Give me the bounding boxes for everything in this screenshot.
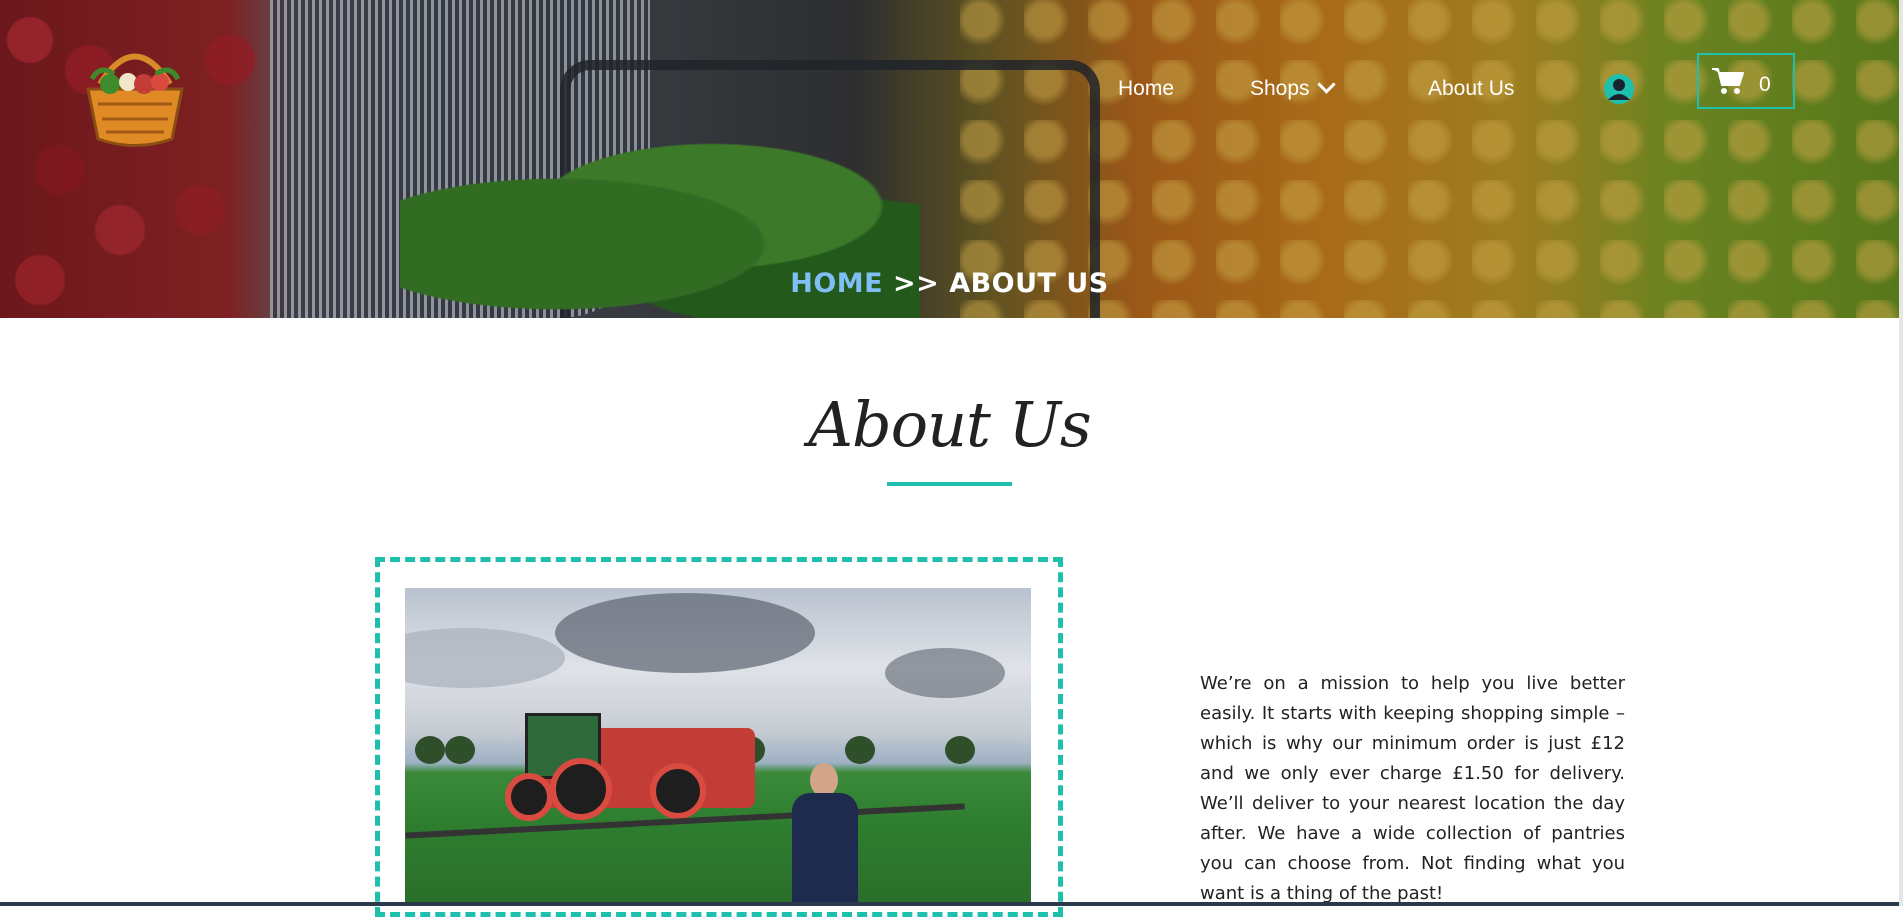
photo-tractor-wheel: [505, 773, 553, 821]
photo-tractor-wheel: [550, 758, 612, 820]
top-navigation: Home Shops About Us 0: [0, 0, 1899, 147]
nav-shops-label: Shops: [1250, 77, 1310, 100]
farm-photo: [405, 588, 1031, 906]
photo-tractor-wheel: [650, 763, 706, 819]
breadcrumb: HOME >> ABOUT US: [0, 268, 1899, 299]
photo-tree: [945, 736, 975, 764]
photo-cloud: [405, 628, 565, 688]
about-paragraph: We’re on a mission to help you live bett…: [1200, 673, 1625, 904]
cart-button[interactable]: 0: [1697, 53, 1795, 109]
basket-logo-icon[interactable]: [80, 34, 190, 150]
breadcrumb-home-link[interactable]: HOME: [790, 268, 883, 299]
user-circle-icon[interactable]: [1603, 73, 1635, 105]
photo-tree: [415, 736, 445, 764]
cart-count: 0: [1759, 73, 1771, 96]
photo-farmer: [790, 763, 860, 906]
photo-tree: [845, 736, 875, 764]
breadcrumb-current: ABOUT US: [949, 268, 1109, 299]
page-title: About Us: [808, 388, 1091, 461]
nav-home-link[interactable]: Home: [1118, 77, 1174, 101]
photo-farmer-body: [792, 793, 858, 906]
photo-cloud: [885, 648, 1005, 698]
shopping-cart-icon: [1711, 66, 1745, 96]
breadcrumb-separator: >>: [893, 268, 940, 299]
page-scrollbar[interactable]: [1899, 0, 1903, 906]
nav-about-link[interactable]: About Us: [1428, 77, 1514, 101]
bottom-bar: [0, 902, 1903, 906]
chevron-down-icon: [1316, 75, 1336, 94]
nav-shops-dropdown[interactable]: Shops: [1250, 75, 1336, 101]
photo-cloud: [555, 593, 815, 673]
photo-tree: [445, 736, 475, 764]
title-underline: [887, 482, 1012, 486]
photo-farmer-head: [810, 763, 838, 797]
